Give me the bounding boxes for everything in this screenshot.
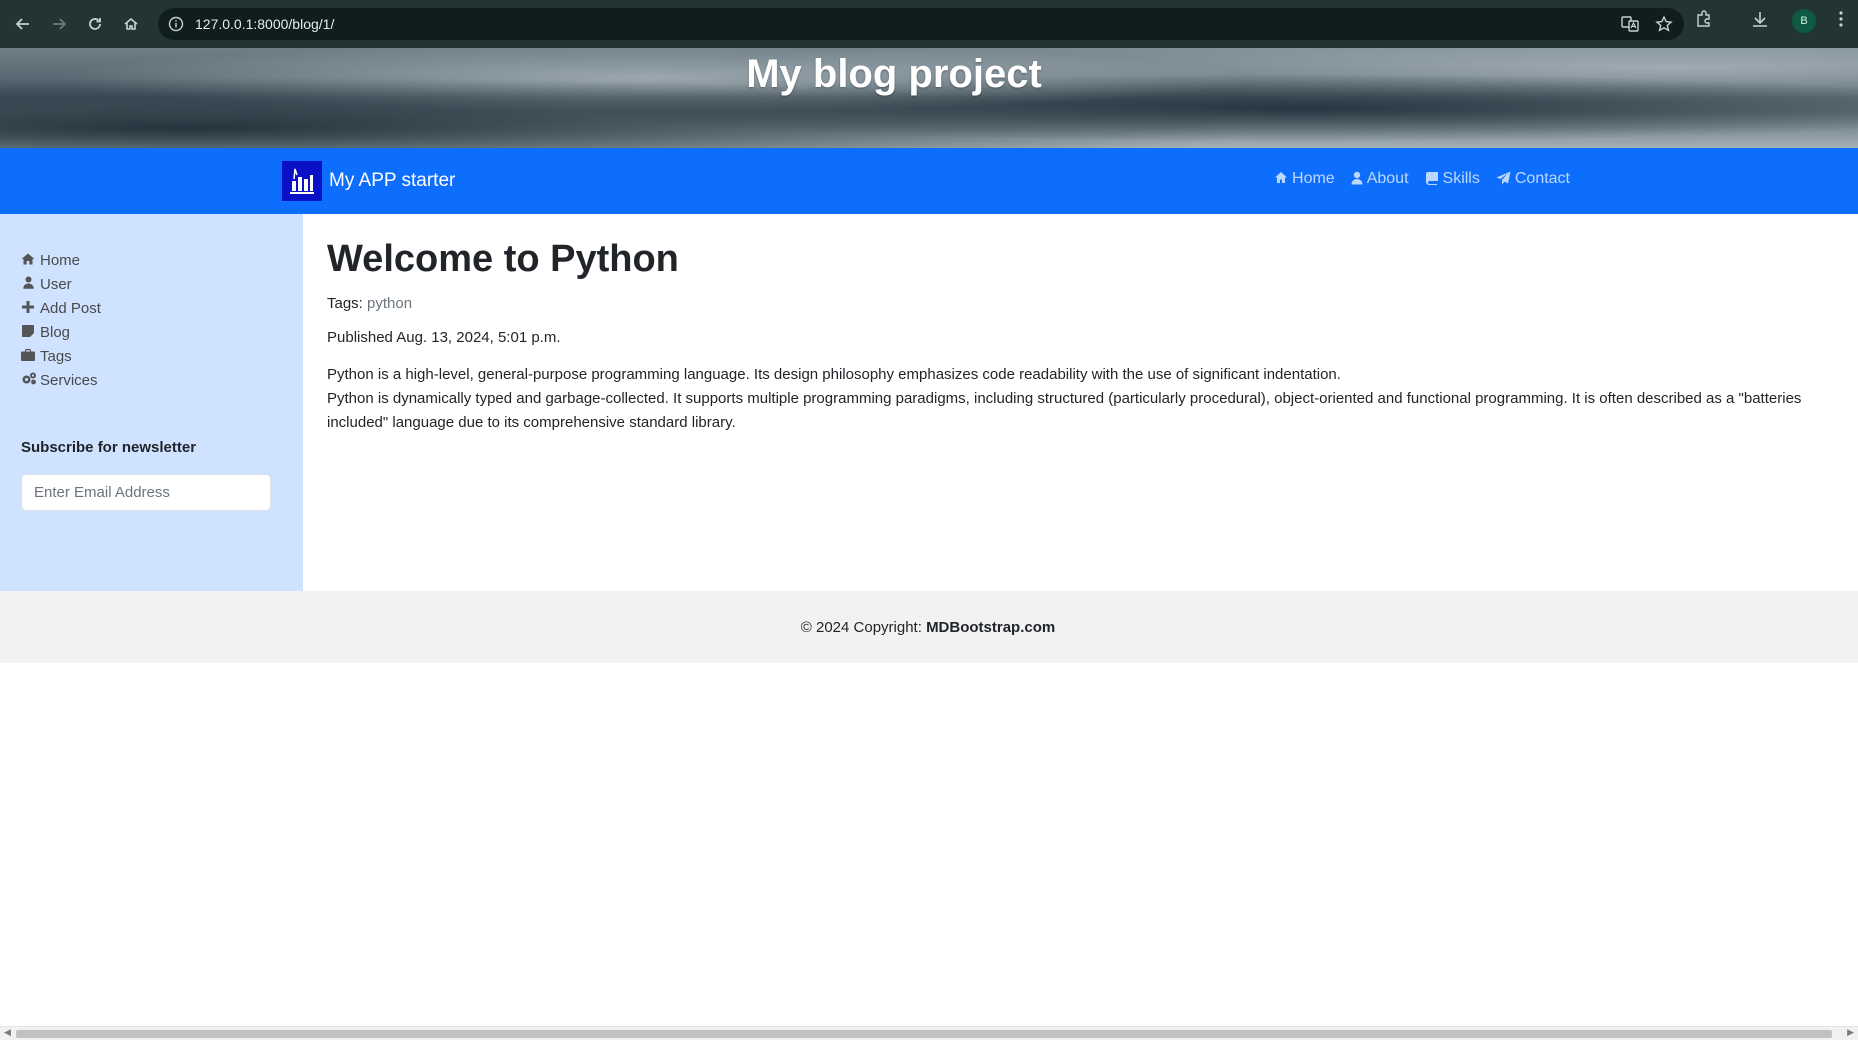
footer-brand-link[interactable]: MDBootstrap.com xyxy=(926,619,1055,636)
sidebar-item-tags[interactable]: Tags xyxy=(21,344,101,368)
newsletter-heading: Subscribe for newsletter xyxy=(21,439,197,456)
tag-link[interactable]: python xyxy=(367,295,412,312)
sidebar-item-label: Services xyxy=(40,371,98,389)
url-text: 127.0.0.1:8000/blog/1/ xyxy=(195,16,335,32)
brand-logo xyxy=(282,161,322,201)
post-tags: Tags: python xyxy=(327,295,1847,312)
footer-copyright: © 2024 Copyright: MDBootstrap.com xyxy=(801,619,1055,636)
download-icon[interactable] xyxy=(1750,9,1770,33)
browser-toolbar: 127.0.0.1:8000/blog/1/ B xyxy=(0,0,1858,48)
nav-link-contact[interactable]: Contact xyxy=(1496,170,1570,188)
extensions-icon[interactable] xyxy=(1694,9,1714,33)
bookmark-star-icon[interactable] xyxy=(1654,14,1674,38)
scrollbar-thumb[interactable] xyxy=(16,1030,1832,1038)
sidebar-item-add-post[interactable]: Add Post xyxy=(21,296,101,320)
site-info-icon[interactable] xyxy=(166,14,186,34)
nav-links: Home About Skills Contact xyxy=(1274,170,1570,188)
scroll-right-icon[interactable]: ▶ xyxy=(1847,1028,1854,1038)
nav-link-about[interactable]: About xyxy=(1351,170,1409,188)
sidebar-item-label: Add Post xyxy=(40,299,101,317)
navbar-brand[interactable]: My APP starter xyxy=(282,161,455,201)
site-title: My blog project xyxy=(746,52,1042,96)
forward-icon[interactable] xyxy=(44,9,74,39)
home-icon xyxy=(1274,171,1288,187)
nav-link-label: Home xyxy=(1292,170,1335,187)
home-icon[interactable] xyxy=(116,9,146,39)
sidebar-item-blog[interactable]: Blog xyxy=(21,320,101,344)
profile-avatar[interactable]: B xyxy=(1792,9,1816,33)
footer: © 2024 Copyright: MDBootstrap.com xyxy=(0,591,1858,663)
sidebar-item-services[interactable]: Services xyxy=(21,368,101,392)
sidebar-item-label: Home xyxy=(40,251,81,269)
nav-link-skills[interactable]: Skills xyxy=(1425,170,1480,188)
paper-plane-icon xyxy=(1496,171,1511,188)
user-icon xyxy=(1351,171,1363,188)
address-bar[interactable]: 127.0.0.1:8000/blog/1/ xyxy=(158,8,1684,40)
post-body: Python is a high-level, general-purpose … xyxy=(327,363,1847,435)
sidebar-item-user[interactable]: User xyxy=(21,272,101,296)
user-icon xyxy=(21,276,35,292)
translate-icon[interactable] xyxy=(1620,14,1640,38)
scroll-left-icon[interactable]: ◀ xyxy=(4,1028,11,1038)
sidebar-item-label: Blog xyxy=(40,323,71,341)
gears-icon xyxy=(21,372,36,388)
post-content: Welcome to Python Tags: python Published… xyxy=(327,214,1847,435)
published-date: Published Aug. 13, 2024, 5:01 p.m. xyxy=(327,329,561,346)
post-title: Welcome to Python xyxy=(327,238,679,280)
post-paragraph: Python is dynamically typed and garbage-… xyxy=(327,390,1802,431)
nav-link-label: Contact xyxy=(1514,170,1570,187)
tags-label: Tags: xyxy=(327,295,363,312)
post-paragraph: Python is a high-level, general-purpose … xyxy=(327,366,1341,383)
home-icon xyxy=(21,253,35,268)
sidebar-item-label: Tags xyxy=(40,347,72,365)
more-menu-icon[interactable] xyxy=(1838,10,1844,32)
book-icon xyxy=(1425,171,1439,188)
nav-link-home[interactable]: Home xyxy=(1274,170,1335,188)
note-icon xyxy=(21,324,35,340)
back-icon[interactable] xyxy=(8,9,38,39)
nav-link-label: Skills xyxy=(1442,170,1480,187)
copyright-text: © 2024 Copyright: xyxy=(800,618,922,636)
header-banner: My blog project xyxy=(0,48,1858,148)
brand-name: My APP starter xyxy=(329,170,456,191)
sidebar-menu: Home User Add Post Blog Tags Services xyxy=(21,248,101,392)
horizontal-scrollbar[interactable]: ◀ ▶ xyxy=(0,1026,1858,1040)
sidebar: Home User Add Post Blog Tags Services Su… xyxy=(0,214,303,591)
nav-link-label: About xyxy=(1366,170,1409,187)
briefcase-icon xyxy=(21,348,35,364)
sidebar-item-home[interactable]: Home xyxy=(21,248,101,272)
newsletter-email-input[interactable] xyxy=(21,474,271,511)
main-navbar: My APP starter Home About Skills Contact xyxy=(0,148,1858,214)
reload-icon[interactable] xyxy=(80,9,110,39)
plus-icon xyxy=(21,300,35,316)
sidebar-item-label: User xyxy=(40,275,72,293)
